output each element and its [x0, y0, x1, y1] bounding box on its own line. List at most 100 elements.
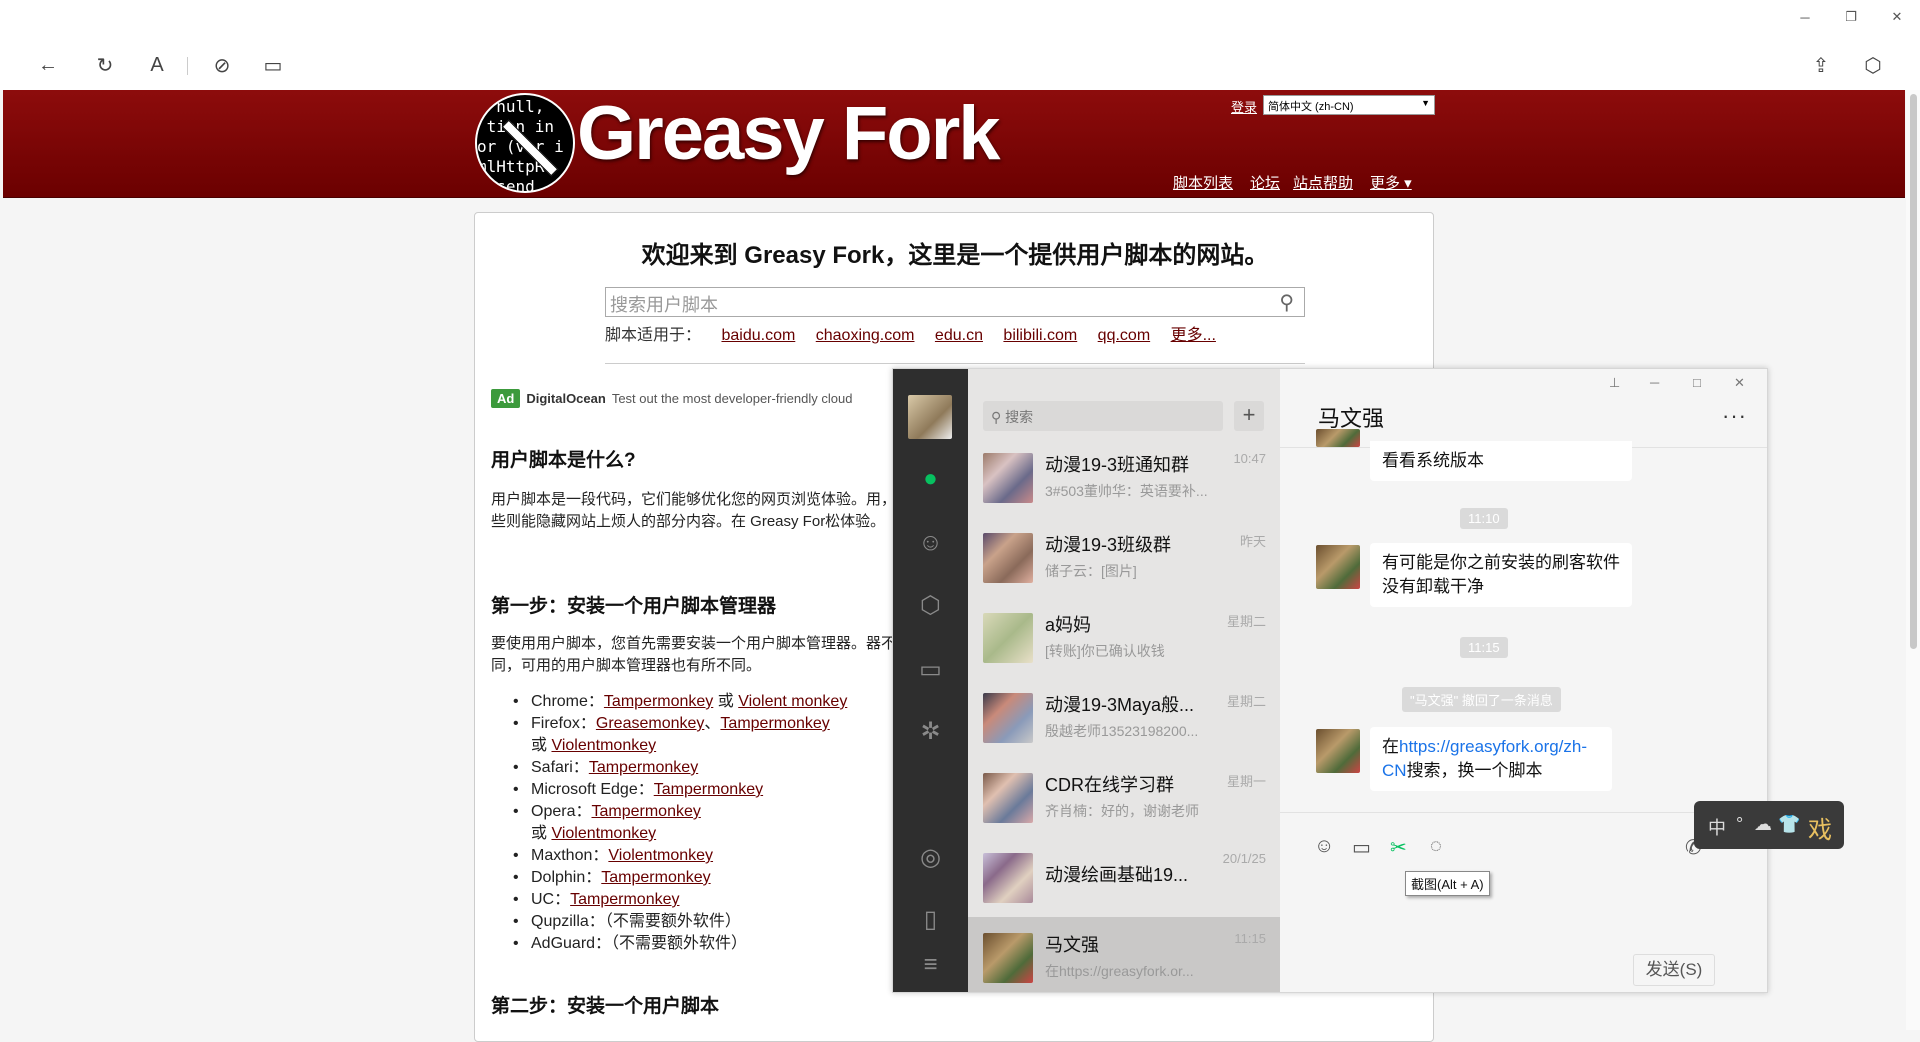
scrollbar-thumb[interactable] — [1910, 94, 1917, 649]
message-text: 搜索，换一个脚本 — [1406, 761, 1543, 780]
add-chat-button[interactable]: + — [1234, 401, 1264, 431]
more-sites-link[interactable]: 更多... — [1171, 327, 1216, 344]
manager-list: Chrome：Tampermonkey 或 Violent monkey Fir… — [513, 691, 847, 955]
emoji-icon[interactable]: ☺ — [1314, 835, 1334, 858]
ime-toolbar[interactable]: 中 ° ☁ 👕 戏 — [1694, 801, 1844, 849]
site-link[interactable]: qq.com — [1098, 327, 1150, 344]
link-icon[interactable]: ⊘ — [207, 50, 237, 80]
extensions-icon[interactable]: ⬡ — [1858, 50, 1888, 80]
group-avatar — [983, 773, 1033, 823]
tabs-icon[interactable]: ▭ — [258, 50, 288, 80]
script-search-input[interactable]: 搜索用户脚本 ⚲ — [605, 287, 1305, 317]
chat-history-icon[interactable]: ◌ — [1430, 835, 1442, 858]
close-button[interactable]: ✕ — [1734, 375, 1745, 391]
send-button[interactable]: 发送(S) — [1633, 954, 1715, 986]
chat-icon[interactable]: ● — [893, 465, 968, 493]
site-link[interactable]: bilibili.com — [1003, 327, 1077, 344]
folder-icon[interactable]: ▭ — [893, 655, 968, 684]
chat-item-selected[interactable]: 马文强 11:15 在https://greasyfork.or... — [968, 917, 1280, 992]
avatar[interactable] — [1316, 729, 1360, 773]
message-bubble[interactable]: 在https://greasyfork.org/zh-CN搜索，换一个脚本 — [1370, 727, 1612, 791]
manager-link[interactable]: Violentmonkey — [608, 847, 713, 864]
more-icon[interactable]: ··· — [1722, 403, 1747, 429]
chat-search-input[interactable]: ⚲ 搜索 — [983, 401, 1223, 431]
ime-lang[interactable]: 中 — [1708, 814, 1726, 840]
browser-name: Qupzilla： — [531, 913, 605, 930]
ime-cloud-icon[interactable]: ☁ — [1754, 814, 1772, 835]
search-placeholder: 搜索 — [1005, 409, 1034, 425]
chat-item[interactable]: 动漫绘画基础19... 20/1/25 — [968, 837, 1280, 917]
refresh-icon[interactable]: ↻ — [90, 50, 120, 80]
screenshot-icon[interactable]: ✂ — [1390, 835, 1407, 860]
menu-icon[interactable]: ≡ — [893, 951, 968, 979]
file-icon[interactable]: ▭ — [1352, 835, 1371, 860]
pin-icon[interactable]: ⊥ — [1609, 375, 1620, 391]
manager-link[interactable]: Tampermonkey — [720, 715, 829, 732]
nav-scripts[interactable]: 脚本列表 — [1173, 172, 1233, 193]
site-title[interactable]: Greasy Fork — [577, 90, 1001, 177]
chat-item[interactable]: 动漫19-3班级群 昨天 储子云：[图片] — [968, 517, 1280, 597]
manager-link[interactable]: Greasemonkey — [596, 715, 705, 732]
search-icon[interactable]: ⚲ — [1279, 290, 1294, 315]
ad-text: Test out the most developer-friendly clo… — [611, 391, 853, 406]
login-link[interactable]: 登录 — [1231, 97, 1257, 116]
chat-preview: 在https://greasyfork.or... — [1045, 963, 1194, 979]
language-select[interactable]: 简体中文 (zh-CN) ▼ — [1263, 95, 1435, 115]
contacts-icon[interactable]: ☺ — [893, 529, 968, 557]
manager-link[interactable]: Violent monkey — [738, 693, 847, 710]
chevron-down-icon: ▼ — [1421, 98, 1430, 108]
nav-help[interactable]: 站点帮助 — [1293, 172, 1353, 193]
restore-button[interactable]: ❐ — [1828, 0, 1874, 34]
manager-link[interactable]: Tampermonkey — [654, 781, 763, 798]
site-link[interactable]: edu.cn — [935, 327, 983, 344]
share-icon[interactable]: ⇪ — [1806, 50, 1836, 80]
ime-punct[interactable]: ° — [1736, 814, 1743, 835]
language-value: 简体中文 (zh-CN) — [1268, 101, 1354, 113]
manager-link[interactable]: Tampermonkey — [591, 803, 700, 820]
manager-link[interactable]: Tampermonkey — [570, 891, 679, 908]
manager-link[interactable]: Tampermonkey — [604, 693, 713, 710]
nav-forum[interactable]: 论坛 — [1250, 172, 1280, 193]
ad-banner[interactable]: Ad DigitalOcean Test out the most develope… — [491, 389, 852, 408]
ime-skin-icon[interactable]: 👕 — [1778, 814, 1800, 835]
close-button[interactable]: ✕ — [1874, 0, 1920, 34]
minimize-button[interactable]: ─ — [1650, 375, 1659, 390]
miniprogram-icon[interactable]: ◎ — [893, 843, 968, 872]
chat-item[interactable]: a妈妈 星期二 [转账]你已确认收钱 — [968, 597, 1280, 677]
list-item: Maxthon：Violentmonkey — [513, 845, 847, 867]
manager-link[interactable]: Tampermonkey — [589, 759, 698, 776]
avatar[interactable] — [1316, 429, 1360, 447]
chat-name: 马文强 — [1045, 935, 1099, 955]
reader-mode-icon[interactable]: A — [142, 50, 172, 80]
manager-link[interactable]: Violentmonkey — [551, 737, 656, 754]
chat-preview: [转账]你已确认收钱 — [1045, 643, 1165, 659]
moments-icon[interactable]: ✲ — [893, 717, 968, 746]
nav-more[interactable]: 更多 ▾ — [1370, 172, 1412, 193]
manager-link[interactable]: Violentmonkey — [551, 825, 656, 842]
manager-link[interactable]: Tampermonkey — [601, 869, 710, 886]
site-header: = null, tion in or (var i = 0 mlHttpR se… — [3, 90, 1905, 198]
group-avatar — [983, 853, 1033, 903]
phone-icon[interactable]: ▯ — [893, 905, 968, 934]
note-text: （不需要额外软件） — [611, 935, 748, 952]
minimize-button[interactable]: ─ — [1782, 0, 1828, 34]
site-link[interactable]: baidu.com — [721, 327, 795, 344]
avatar[interactable] — [1316, 545, 1360, 589]
message-bubble[interactable]: 看看系统版本 — [1370, 441, 1632, 481]
chat-item[interactable]: 动漫19-3Maya般... 星期二 殷越老师13523198200... — [968, 677, 1280, 757]
page-scrollbar[interactable] — [1906, 90, 1920, 1030]
back-icon[interactable]: ← — [33, 50, 63, 80]
list-item: Dolphin：Tampermonkey — [513, 867, 847, 889]
avatar[interactable] — [908, 395, 952, 439]
chat-list: ⚲ 搜索 + 动漫19-3班通知群 10:47 3#503董帅华：英语要补...… — [968, 369, 1280, 992]
browser-name: Maxthon： — [531, 847, 609, 864]
favorites-icon[interactable]: ⬡ — [893, 591, 968, 620]
chat-item[interactable]: 动漫19-3班通知群 10:47 3#503董帅华：英语要补... — [968, 437, 1280, 517]
logo-icon[interactable]: = null, tion in or (var i = 0 mlHttpR se… — [475, 93, 575, 193]
message-bubble[interactable]: 有可能是你之前安装的刷客软件没有卸载干净 — [1370, 543, 1632, 607]
list-item-continued: 或 Violentmonkey — [531, 823, 847, 845]
chat-item[interactable]: CDR在线学习群 星期一 齐肖楠：好的，谢谢老师 — [968, 757, 1280, 837]
maximize-button[interactable]: □ — [1693, 375, 1701, 390]
site-link[interactable]: chaoxing.com — [816, 327, 915, 344]
browser-name: AdGuard： — [531, 935, 612, 952]
